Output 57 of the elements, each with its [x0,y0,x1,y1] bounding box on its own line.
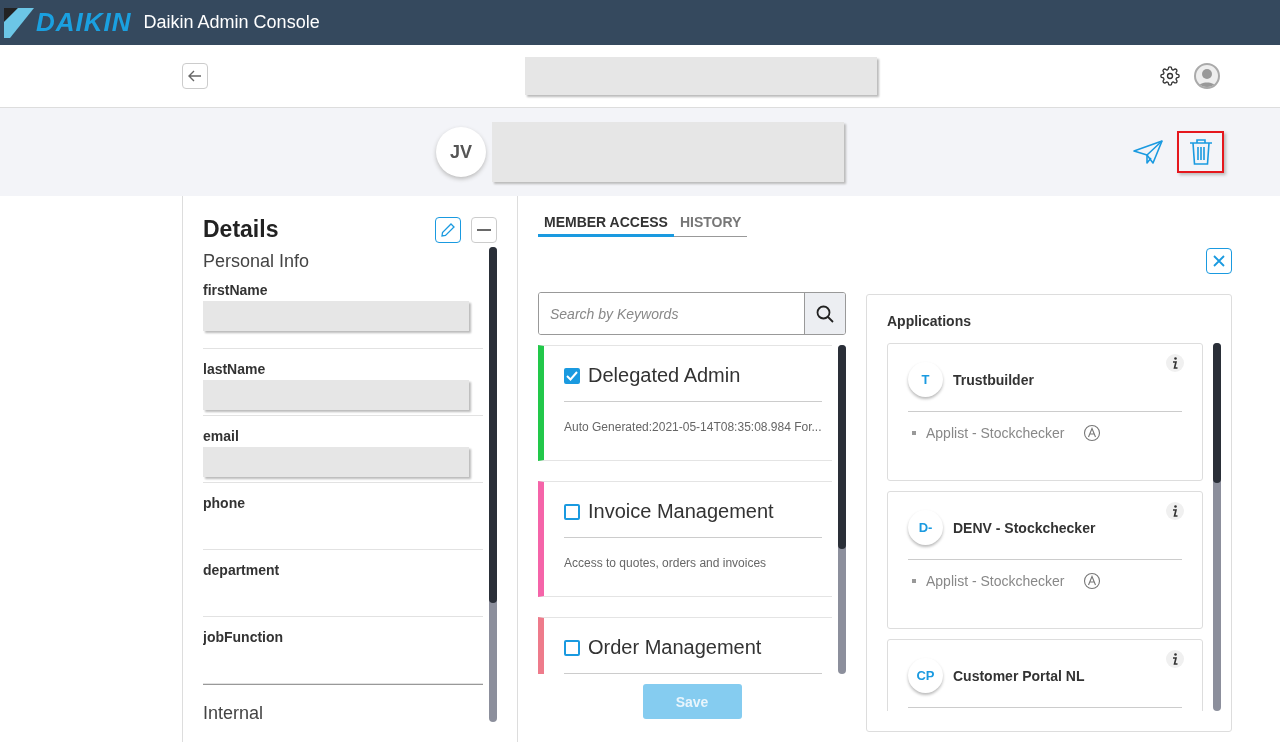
app-name: Trustbuilder [953,371,1034,388]
send-button[interactable] [1133,139,1163,165]
bullet-icon [912,431,916,435]
settings-button[interactable] [1160,66,1180,86]
field-label: phone [203,495,246,511]
checkbox[interactable] [564,639,580,656]
role-name: Delegated Admin [588,364,741,387]
settings-icon [1160,66,1180,86]
checkbox[interactable] [564,503,580,520]
app-initials: T [908,362,943,397]
role-name: Order Management [588,636,762,659]
app-entry: Applist - Stockchecker [926,573,1065,589]
minus-icon [477,228,491,231]
user-avatar[interactable] [1194,63,1220,89]
info-icon [1166,650,1184,668]
role-description: Access to quotes, orders and invoices [564,555,768,570]
paper-plane-icon [1133,139,1163,165]
trash-icon [1188,138,1213,166]
field-label: department [203,562,281,578]
app-initials: CP [908,658,943,693]
brand-logo: DAIKIN [36,7,132,38]
field-label: jobFunction [203,629,285,645]
section-title: Internal [203,684,483,734]
field-label: firstName [203,282,269,298]
search-icon [816,304,834,323]
search-button[interactable] [804,293,845,334]
field-label: email [203,428,240,444]
tab[interactable]: HISTORY [673,214,748,237]
close-icon [1213,255,1225,267]
logo-mark-icon [4,7,34,38]
pencil-icon [440,221,456,238]
collapse-button[interactable] [471,216,497,243]
initials-avatar: JV [436,127,486,177]
app-name: DENV - Stockchecker [953,519,1096,536]
letter-a-circle-icon [1082,424,1101,442]
app-initials: D- [908,510,943,545]
close-button[interactable] [1206,248,1232,274]
field-label: lastName [203,361,267,377]
search-field[interactable]: Search by Keywords [538,292,846,335]
app-title: Daikin Admin Console [143,12,320,33]
edit-button[interactable] [435,216,461,243]
info-icon [1166,354,1184,372]
section-title: Personal Info [203,250,311,273]
panel-title: Details [203,216,279,243]
checkbox[interactable] [564,367,580,384]
tab[interactable]: MEMBER ACCESS [538,214,674,237]
role-name: Invoice Management [588,500,774,523]
info-icon [1166,502,1184,520]
back-arrow-icon [187,68,203,84]
bullet-icon [912,579,916,583]
role-description: Auto Generated:2021-05-14T08:35:08.984 For... [564,419,822,434]
app-name: Customer Portal NL [953,667,1085,684]
letter-a-circle-icon [1082,572,1101,590]
app-entry: Applist - Stockchecker [926,425,1065,441]
back-button[interactable] [182,63,208,89]
delete-button[interactable] [1177,131,1224,173]
panel-title: Applications [887,313,972,329]
